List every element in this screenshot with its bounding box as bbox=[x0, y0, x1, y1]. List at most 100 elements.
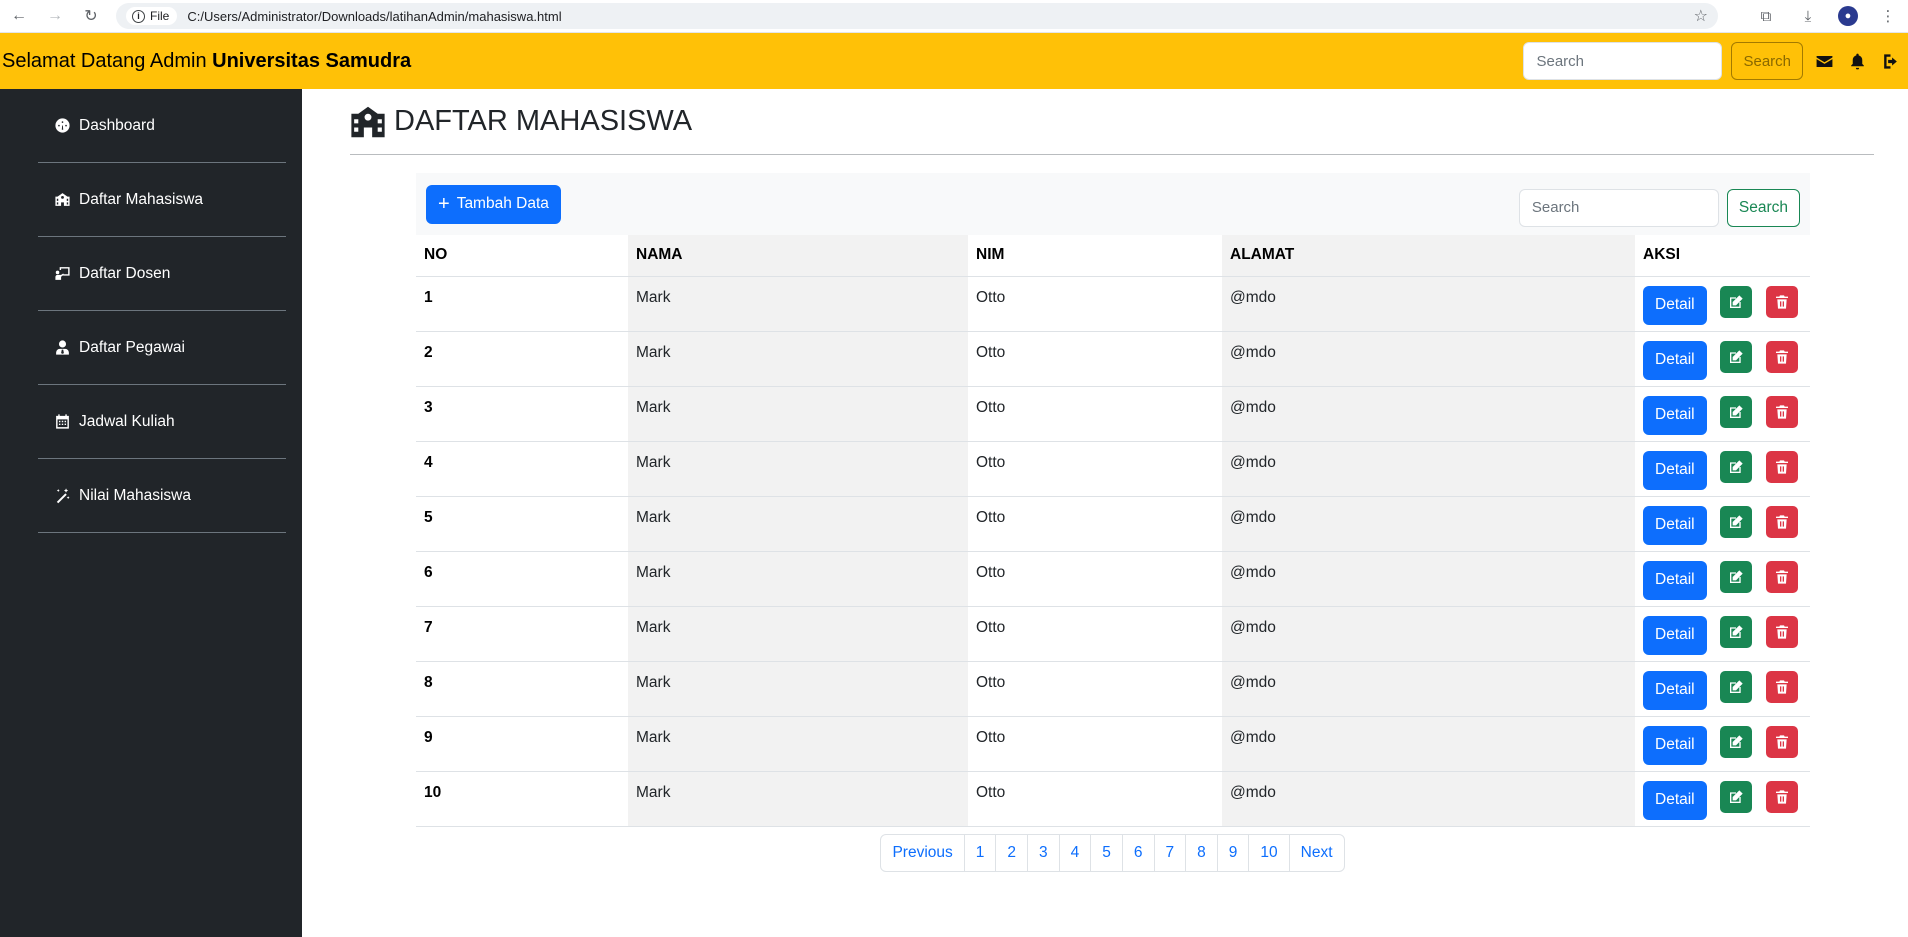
pagination-page-1[interactable]: 1 bbox=[963, 833, 997, 872]
detail-button[interactable]: Detail bbox=[1643, 450, 1707, 490]
edit-button[interactable] bbox=[1719, 450, 1752, 483]
sidebar-item-daftar-pegawai[interactable]: Daftar Pegawai bbox=[38, 311, 286, 385]
calendar-icon bbox=[56, 414, 69, 429]
table-search-input[interactable] bbox=[1518, 188, 1719, 227]
forward-icon[interactable]: → bbox=[44, 5, 66, 27]
browser-toolbar: ← → ↻ i File C:/Users/Administrator/Down… bbox=[0, 0, 1908, 33]
delete-button[interactable] bbox=[1765, 560, 1798, 593]
url-text: C:/Users/Administrator/Downloads/latihan… bbox=[187, 8, 562, 24]
sidebar-item-daftar-mahasiswa[interactable]: Daftar Mahasiswa bbox=[38, 163, 286, 237]
cell-nim: Otto bbox=[968, 441, 1222, 497]
sidebar-item-jadwal-kuliah[interactable]: Jadwal Kuliah bbox=[38, 385, 286, 459]
edit-icon bbox=[1729, 569, 1743, 583]
cell-aksi: Detail bbox=[1635, 441, 1810, 497]
gauge-icon bbox=[55, 118, 70, 133]
edit-button[interactable] bbox=[1719, 395, 1752, 428]
pagination-next[interactable]: Next bbox=[1288, 833, 1345, 872]
edit-button[interactable] bbox=[1719, 615, 1752, 648]
detail-button[interactable]: Detail bbox=[1643, 505, 1707, 545]
edit-button[interactable] bbox=[1719, 670, 1752, 703]
main-content: DAFTAR MAHASISWA + Tambah Data Search NO… bbox=[302, 89, 1908, 937]
menu-kebab-icon[interactable]: ⋮ bbox=[1876, 4, 1900, 28]
pagination-page-2[interactable]: 2 bbox=[995, 833, 1029, 872]
edit-button[interactable] bbox=[1719, 340, 1752, 373]
envelope-icon[interactable] bbox=[1812, 49, 1836, 73]
pagination-page-9[interactable]: 9 bbox=[1216, 833, 1250, 872]
bookmark-star-icon[interactable]: ☆ bbox=[1694, 6, 1708, 26]
detail-button[interactable]: Detail bbox=[1643, 780, 1707, 820]
pagination-page-3[interactable]: 3 bbox=[1027, 833, 1060, 872]
cell-no: 5 bbox=[416, 496, 628, 552]
delete-button[interactable] bbox=[1765, 725, 1798, 758]
cell-nim: Otto bbox=[968, 551, 1222, 607]
sidebar-item-dashboard[interactable]: Dashboard bbox=[38, 89, 286, 163]
cell-alamat: @mdo bbox=[1222, 276, 1635, 332]
extensions-icon[interactable]: ⧉ bbox=[1754, 4, 1778, 28]
pagination-page-6[interactable]: 6 bbox=[1121, 833, 1155, 872]
sidebar-item-label: Daftar Mahasiswa bbox=[79, 190, 204, 208]
navbar-search-input[interactable] bbox=[1523, 42, 1723, 80]
delete-button[interactable] bbox=[1765, 505, 1798, 538]
detail-button[interactable]: Detail bbox=[1643, 670, 1707, 710]
edit-button[interactable] bbox=[1719, 780, 1752, 813]
download-icon[interactable]: ⤓ bbox=[1796, 4, 1820, 28]
edit-button[interactable] bbox=[1719, 725, 1752, 758]
delete-button[interactable] bbox=[1765, 285, 1798, 318]
sidebar: Dashboard Daftar Mahasiswa Daftar Dosen … bbox=[0, 89, 302, 937]
edit-button[interactable] bbox=[1719, 505, 1752, 538]
cell-nama: Mark bbox=[628, 386, 968, 442]
sidebar-item-label: Daftar Dosen bbox=[79, 264, 171, 282]
table-search-button[interactable]: Search bbox=[1726, 188, 1800, 227]
delete-button[interactable] bbox=[1765, 780, 1798, 813]
edit-icon bbox=[1729, 624, 1743, 638]
edit-button[interactable] bbox=[1719, 285, 1752, 318]
cell-no: 3 bbox=[416, 386, 628, 442]
delete-button[interactable] bbox=[1765, 615, 1798, 648]
panel-toolbar: + Tambah Data Search bbox=[416, 173, 1810, 235]
column-header-alamat: ALAMAT bbox=[1222, 235, 1635, 277]
cell-alamat: @mdo bbox=[1222, 716, 1635, 772]
navbar-brand[interactable]: Selamat Datang Admin Universitas Samudra bbox=[2, 50, 411, 73]
edit-button[interactable] bbox=[1719, 560, 1752, 593]
pagination-page-4[interactable]: 4 bbox=[1058, 833, 1092, 872]
page-title-text: DAFTAR MAHASISWA bbox=[394, 105, 693, 137]
site-info-chip[interactable]: i File bbox=[126, 7, 178, 25]
logout-icon[interactable] bbox=[1878, 49, 1902, 73]
delete-button[interactable] bbox=[1765, 670, 1798, 703]
sidebar-item-nilai-mahasiswa[interactable]: Nilai Mahasiswa bbox=[38, 459, 286, 533]
table-header-row: NO NAMA NIM ALAMAT AKSI bbox=[416, 235, 1810, 277]
pagination-page-7[interactable]: 7 bbox=[1153, 833, 1187, 872]
detail-button[interactable]: Detail bbox=[1643, 725, 1707, 765]
bell-icon[interactable] bbox=[1845, 49, 1869, 73]
cell-alamat: @mdo bbox=[1222, 661, 1635, 717]
detail-button[interactable]: Detail bbox=[1643, 560, 1707, 600]
back-icon[interactable]: ← bbox=[8, 5, 30, 27]
navbar-search-button[interactable]: Search bbox=[1731, 42, 1803, 80]
delete-button[interactable] bbox=[1765, 340, 1798, 373]
profile-avatar[interactable]: ● bbox=[1838, 6, 1858, 26]
trash-icon bbox=[1775, 734, 1788, 749]
trash-icon bbox=[1775, 514, 1788, 529]
pagination-page-10[interactable]: 10 bbox=[1248, 833, 1290, 872]
pagination-page-5[interactable]: 5 bbox=[1090, 833, 1123, 872]
sidebar-item-daftar-dosen[interactable]: Daftar Dosen bbox=[38, 237, 286, 311]
edit-icon bbox=[1729, 734, 1743, 748]
school-icon bbox=[55, 193, 70, 206]
pagination-previous[interactable]: Previous bbox=[880, 833, 965, 872]
detail-button[interactable]: Detail bbox=[1643, 615, 1707, 655]
cell-nama: Mark bbox=[628, 276, 968, 332]
detail-button[interactable]: Detail bbox=[1643, 395, 1707, 435]
pagination-page-8[interactable]: 8 bbox=[1185, 833, 1218, 872]
cell-aksi: Detail bbox=[1635, 716, 1810, 772]
delete-button[interactable] bbox=[1765, 395, 1798, 428]
detail-button[interactable]: Detail bbox=[1643, 340, 1707, 380]
cell-nama: Mark bbox=[628, 496, 968, 552]
add-data-button[interactable]: + Tambah Data bbox=[426, 184, 561, 224]
edit-icon bbox=[1729, 789, 1743, 803]
detail-button[interactable]: Detail bbox=[1643, 285, 1707, 325]
address-bar[interactable]: i File C:/Users/Administrator/Downloads/… bbox=[116, 3, 1718, 29]
delete-button[interactable] bbox=[1765, 450, 1798, 483]
cell-alamat: @mdo bbox=[1222, 331, 1635, 387]
table-row: 1 Mark Otto @mdo Detail bbox=[416, 276, 1810, 332]
reload-icon[interactable]: ↻ bbox=[80, 5, 102, 27]
